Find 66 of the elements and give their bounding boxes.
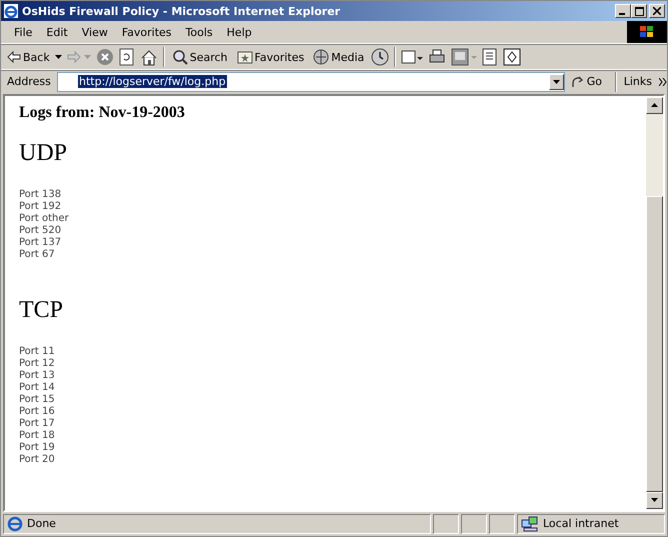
- caret-icon[interactable]: [54, 55, 62, 60]
- menu-item[interactable]: Tools: [178, 26, 220, 39]
- close-button[interactable]: [649, 4, 665, 18]
- port-link[interactable]: Port 138: [19, 188, 632, 201]
- port-link[interactable]: Port 67: [19, 248, 632, 261]
- port-link[interactable]: Port 12: [19, 358, 632, 370]
- chevron-icon[interactable]: [659, 78, 667, 86]
- menu-item[interactable]: Help: [220, 26, 259, 39]
- port-link[interactable]: Port other: [19, 212, 632, 225]
- maximize-button[interactable]: [631, 4, 647, 18]
- port-link[interactable]: Port 11: [19, 346, 632, 358]
- document-icon[interactable]: [482, 48, 498, 66]
- search-button[interactable]: Search: [170, 49, 230, 66]
- windows-flag-icon: [627, 21, 667, 44]
- search-icon: [172, 49, 188, 66]
- port-link[interactable]: Port 17: [19, 418, 632, 430]
- up-caret-icon: [651, 103, 658, 108]
- window-title: OsHids Firewall Policy - Microsoft Internet Explorer: [22, 4, 342, 18]
- port-link[interactable]: Port 192: [19, 200, 632, 213]
- close-icon: [653, 7, 661, 16]
- port-link[interactable]: Port 16: [19, 406, 632, 418]
- curved-arrow-icon: [570, 74, 585, 89]
- port-link[interactable]: Port 13: [19, 370, 632, 382]
- star-folder-icon: [236, 50, 253, 64]
- menu-item[interactable]: View: [74, 26, 115, 39]
- port-link[interactable]: Port 137: [19, 236, 632, 249]
- history-icon[interactable]: [371, 48, 390, 66]
- back-button[interactable]: Back: [5, 50, 52, 64]
- media-button[interactable]: Media: [311, 49, 366, 66]
- caret-icon: [552, 80, 560, 84]
- minimize-button[interactable]: [615, 4, 631, 18]
- dropdown-button[interactable]: [548, 74, 564, 90]
- page-heading: Logs from: Nov-19-2003: [19, 104, 186, 122]
- intranet-icon: [521, 516, 539, 532]
- browser-logo-icon: [3, 3, 19, 20]
- section-heading: TCP: [19, 296, 64, 324]
- section-heading: UDP: [19, 140, 68, 167]
- refresh-icon[interactable]: [118, 48, 135, 66]
- status-panel: [489, 514, 515, 534]
- port-link[interactable]: Port 19: [19, 442, 632, 454]
- stop-icon[interactable]: [96, 48, 114, 66]
- port-link[interactable]: Port 14: [19, 382, 632, 394]
- menu-item[interactable]: File: [7, 26, 40, 39]
- maximize-icon: [634, 6, 644, 16]
- scroll-down-button[interactable]: [646, 492, 663, 509]
- address-label: Address: [7, 75, 52, 88]
- left-arrow-icon: [7, 51, 21, 64]
- links-button[interactable]: Links: [620, 75, 655, 88]
- status-panel: [461, 514, 487, 534]
- home-icon[interactable]: [140, 48, 158, 66]
- port-link[interactable]: Port 18: [19, 430, 632, 442]
- status-panel: [433, 514, 459, 534]
- zone-text: Local intranet: [543, 517, 619, 530]
- page-icon: [7, 516, 23, 532]
- go-button[interactable]: Go: [568, 74, 611, 89]
- menu-item[interactable]: Edit: [39, 26, 75, 39]
- address-field[interactable]: http://logserver/fw/log.php: [57, 72, 565, 92]
- menu-item[interactable]: Favorites: [114, 26, 179, 39]
- port-link[interactable]: Port 20: [19, 454, 632, 466]
- favorites-button[interactable]: Favorites: [234, 50, 306, 64]
- status-text: Done: [27, 517, 56, 530]
- globe-icon: [313, 49, 330, 66]
- scroll-up-button[interactable]: [646, 96, 663, 114]
- port-link[interactable]: Port 520: [19, 224, 632, 237]
- port-link[interactable]: Port 15: [19, 394, 632, 406]
- down-caret-icon: [651, 498, 658, 502]
